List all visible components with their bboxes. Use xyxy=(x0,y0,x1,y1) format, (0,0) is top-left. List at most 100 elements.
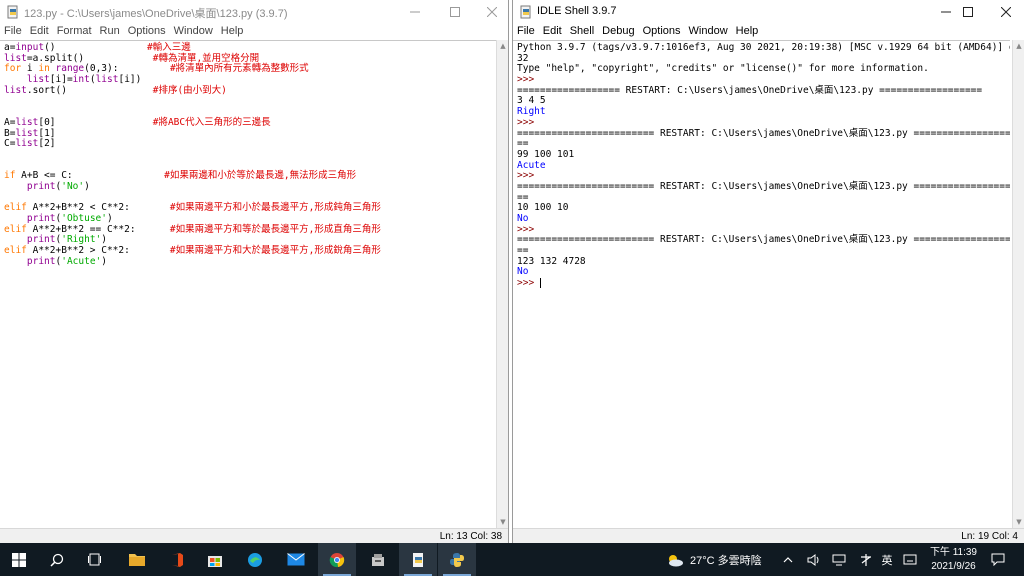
shell-line: >>> xyxy=(517,278,1010,289)
weather-button[interactable] xyxy=(664,543,686,576)
code-line-token: [1] xyxy=(38,127,56,139)
shell-title: IDLE Shell 3.9.7 xyxy=(537,5,617,17)
close-button[interactable] xyxy=(473,0,508,24)
taskbar-python-installer[interactable] xyxy=(359,543,397,576)
ime-mode-button[interactable] xyxy=(856,543,876,576)
code-line-token: [i]) xyxy=(118,74,142,86)
code-line-token: list xyxy=(4,84,27,96)
shell-line: ======================== RESTART: C:\Use… xyxy=(517,235,1010,246)
taskbar: 27°C 多雲時陰 英 下午 11:39 2021/9/26 xyxy=(0,543,1024,576)
shell-line-token: Python 3.9.7 (tags/v3.9.7:1016ef3, Aug 3… xyxy=(517,42,1010,53)
code-line-token: A+B <= C: xyxy=(15,170,165,182)
menu-file[interactable]: File xyxy=(0,24,26,40)
shell-lines: Python 3.9.7 (tags/v3.9.7:1016ef3, Aug 3… xyxy=(517,42,1010,289)
notifications-button[interactable] xyxy=(984,543,1012,576)
code-line-token: B= xyxy=(4,127,16,139)
code-line-token: [0] xyxy=(38,116,153,128)
start-button[interactable] xyxy=(0,543,38,576)
close-icon xyxy=(1001,7,1011,17)
menu-run[interactable]: Run xyxy=(96,24,124,40)
python-icon xyxy=(450,552,464,567)
task-view-button[interactable] xyxy=(76,543,114,576)
shell-line: ======================== RESTART: C:\Use… xyxy=(517,128,1010,140)
taskbar-mail[interactable] xyxy=(277,543,315,576)
editor-window[interactable]: 123.py - C:\Users\james\OneDrive\桌面\123.… xyxy=(0,0,509,543)
weather-text[interactable]: 27°C 多雲時陰 xyxy=(690,543,762,576)
taskbar-idle-shell[interactable] xyxy=(438,543,476,576)
code-line-token: [i]= xyxy=(49,74,73,86)
menu-help[interactable]: Help xyxy=(732,24,763,40)
code-line-token: 'Right' xyxy=(61,234,102,246)
mail-icon xyxy=(287,553,305,566)
shell-line: == xyxy=(517,192,1010,204)
menu-shell[interactable]: Shell xyxy=(566,24,598,40)
shell-line: 123 132 4728 xyxy=(517,256,1010,268)
menu-window[interactable]: Window xyxy=(170,24,217,40)
menu-debug[interactable]: Debug xyxy=(598,24,638,40)
editor-statusbar: Ln: 13 Col: 38 xyxy=(0,528,508,543)
close-button[interactable] xyxy=(987,0,1024,24)
shell-line: == xyxy=(517,138,1010,150)
maximize-icon xyxy=(450,7,460,17)
taskbar-chrome[interactable] xyxy=(318,543,356,576)
python-file-icon xyxy=(7,5,18,19)
menu-help[interactable]: Help xyxy=(217,24,248,40)
keyboard-button[interactable] xyxy=(900,543,920,576)
shell-line-token: 3 4 5 xyxy=(517,95,546,107)
shell-line: Acute xyxy=(517,160,1010,172)
menu-options[interactable]: Options xyxy=(639,24,685,40)
menu-window[interactable]: Window xyxy=(685,24,732,40)
taskbar-office[interactable] xyxy=(158,543,196,576)
menu-edit[interactable]: Edit xyxy=(539,24,566,40)
code-line-token: A**2+B**2 < C**2: xyxy=(26,202,170,214)
menu-file[interactable]: File xyxy=(513,24,539,40)
code-line-token xyxy=(4,74,27,85)
scroll-down-icon[interactable]: ▼ xyxy=(497,516,508,528)
text-cursor xyxy=(539,278,541,289)
shell-line: Type "help", "copyright", "credits" or "… xyxy=(517,64,1010,75)
scroll-down-icon[interactable]: ▼ xyxy=(1013,516,1024,528)
shell-line-token: 99 100 101 xyxy=(517,148,575,160)
taskbar-file-explorer[interactable] xyxy=(118,543,156,576)
code-line: B=list[1] xyxy=(4,127,381,140)
shell-line: ======================== RESTART: C:\Use… xyxy=(517,180,1010,193)
code-line-token: range xyxy=(55,63,85,75)
menu-options[interactable]: Options xyxy=(124,24,170,40)
menu-format[interactable]: Format xyxy=(53,24,96,40)
shell-window[interactable]: IDLE Shell 3.9.7 File Edit Shell Debug O… xyxy=(512,0,1024,543)
network-icon xyxy=(832,554,846,565)
taskbar-store[interactable] xyxy=(196,543,234,576)
shell-scrollbar[interactable]: ▲ ▼ xyxy=(1012,40,1024,528)
taskbar-idle-editor[interactable] xyxy=(399,543,437,576)
code-editor[interactable]: a=input() #輸入三邊 list=a.split() #轉為清單,並用空格… xyxy=(0,40,497,528)
code-line-token: i xyxy=(21,63,39,75)
shell-line-token: Right xyxy=(517,106,546,118)
shell-line-token: ======================== RESTART: C:\Use… xyxy=(517,180,1010,192)
code-line-token xyxy=(4,181,27,192)
code-line: print('No') xyxy=(4,181,381,193)
shell-titlebar[interactable]: IDLE Shell 3.9.7 xyxy=(513,0,1024,24)
shell-output[interactable]: Python 3.9.7 (tags/v3.9.7:1016ef3, Aug 3… xyxy=(513,40,1010,528)
maximize-icon xyxy=(963,7,973,17)
code-line-token: C= xyxy=(4,138,16,150)
code-line-token: list xyxy=(15,116,39,128)
taskbar-edge[interactable] xyxy=(236,543,274,576)
maximize-button[interactable] xyxy=(949,0,987,24)
scroll-up-icon[interactable]: ▲ xyxy=(497,40,508,52)
menu-edit[interactable]: Edit xyxy=(26,24,53,40)
editor-scrollbar[interactable]: ▲ ▼ xyxy=(496,40,508,528)
scroll-up-icon[interactable]: ▲ xyxy=(1013,40,1024,52)
code-line-token: A**2+B**2 == C**2: xyxy=(26,223,170,235)
minimize-button[interactable] xyxy=(396,0,434,24)
volume-button[interactable] xyxy=(804,543,824,576)
maximize-button[interactable] xyxy=(436,0,474,24)
system-clock[interactable]: 下午 11:39 2021/9/26 xyxy=(930,546,977,574)
network-button[interactable] xyxy=(830,543,850,576)
shell-line-token: Type "help", "copyright", "credits" or "… xyxy=(517,63,929,75)
shell-line-token: No xyxy=(517,213,529,224)
search-button[interactable] xyxy=(38,543,76,576)
editor-titlebar[interactable]: 123.py - C:\Users\james\OneDrive\桌面\123.… xyxy=(0,0,508,24)
tray-overflow-button[interactable] xyxy=(780,543,796,576)
ime-language-indicator[interactable]: 英 xyxy=(880,543,894,576)
